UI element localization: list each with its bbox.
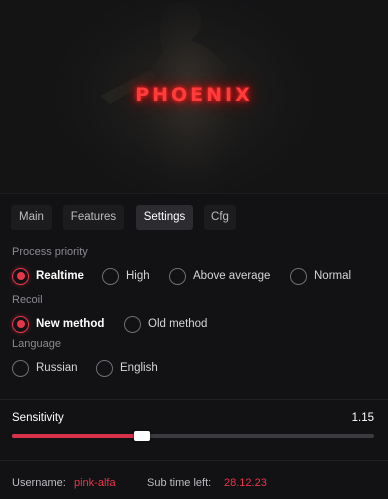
radio-old-method[interactable]: Old method (124, 314, 207, 334)
language-title: Language (12, 338, 61, 350)
divider (0, 399, 388, 400)
radio-normal[interactable]: Normal (290, 266, 351, 286)
radio-new-method[interactable]: New method (12, 314, 104, 334)
radio-label: Above average (193, 270, 271, 282)
radio-indicator (169, 267, 186, 285)
radio-indicator (96, 359, 113, 377)
username-value: pink-alfa (74, 477, 116, 489)
radio-indicator (102, 267, 119, 285)
radio-high[interactable]: High (102, 266, 150, 286)
radio-label: High (126, 270, 150, 282)
radio-indicator (124, 315, 141, 333)
sensitivity-slider[interactable] (12, 431, 374, 441)
tab-cfg[interactable]: Cfg (204, 205, 236, 230)
sensitivity-label: Sensitivity (12, 412, 64, 424)
radio-indicator (12, 267, 29, 285)
process-priority-title: Process priority (12, 246, 88, 258)
radio-indicator (290, 267, 307, 285)
radio-english[interactable]: English (96, 358, 158, 378)
radio-indicator (12, 315, 29, 333)
slider-fill (12, 434, 143, 438)
recoil-title: Recoil (12, 294, 43, 306)
sensitivity-value: 1.15 (351, 412, 374, 424)
username-label: Username: (12, 477, 66, 489)
slider-thumb[interactable] (134, 431, 151, 441)
radio-label: Realtime (36, 270, 84, 282)
radio-label: English (120, 362, 158, 374)
sub-time-value: 28.12.23 (224, 477, 267, 489)
tab-features[interactable]: Features (63, 205, 124, 230)
tab-bar: Main Features Settings Cfg (0, 193, 388, 231)
footer: Username: pink-alfa Sub time left: 28.12… (0, 461, 388, 499)
radio-label: Normal (314, 270, 352, 282)
radio-russian[interactable]: Russian (12, 358, 78, 378)
radio-realtime[interactable]: Realtime (12, 266, 84, 286)
radio-above-average[interactable]: Above average (169, 266, 270, 286)
sub-time-label: Sub time left: (147, 477, 212, 489)
tab-settings[interactable]: Settings (136, 205, 193, 230)
radio-label: Old method (148, 318, 208, 330)
header-banner: PHOENIX (0, 0, 388, 193)
tab-main[interactable]: Main (11, 205, 52, 230)
radio-label: Russian (36, 362, 78, 374)
logo-text: PHOENIX (135, 84, 253, 106)
radio-indicator (12, 359, 29, 377)
radio-label: New method (36, 318, 105, 330)
